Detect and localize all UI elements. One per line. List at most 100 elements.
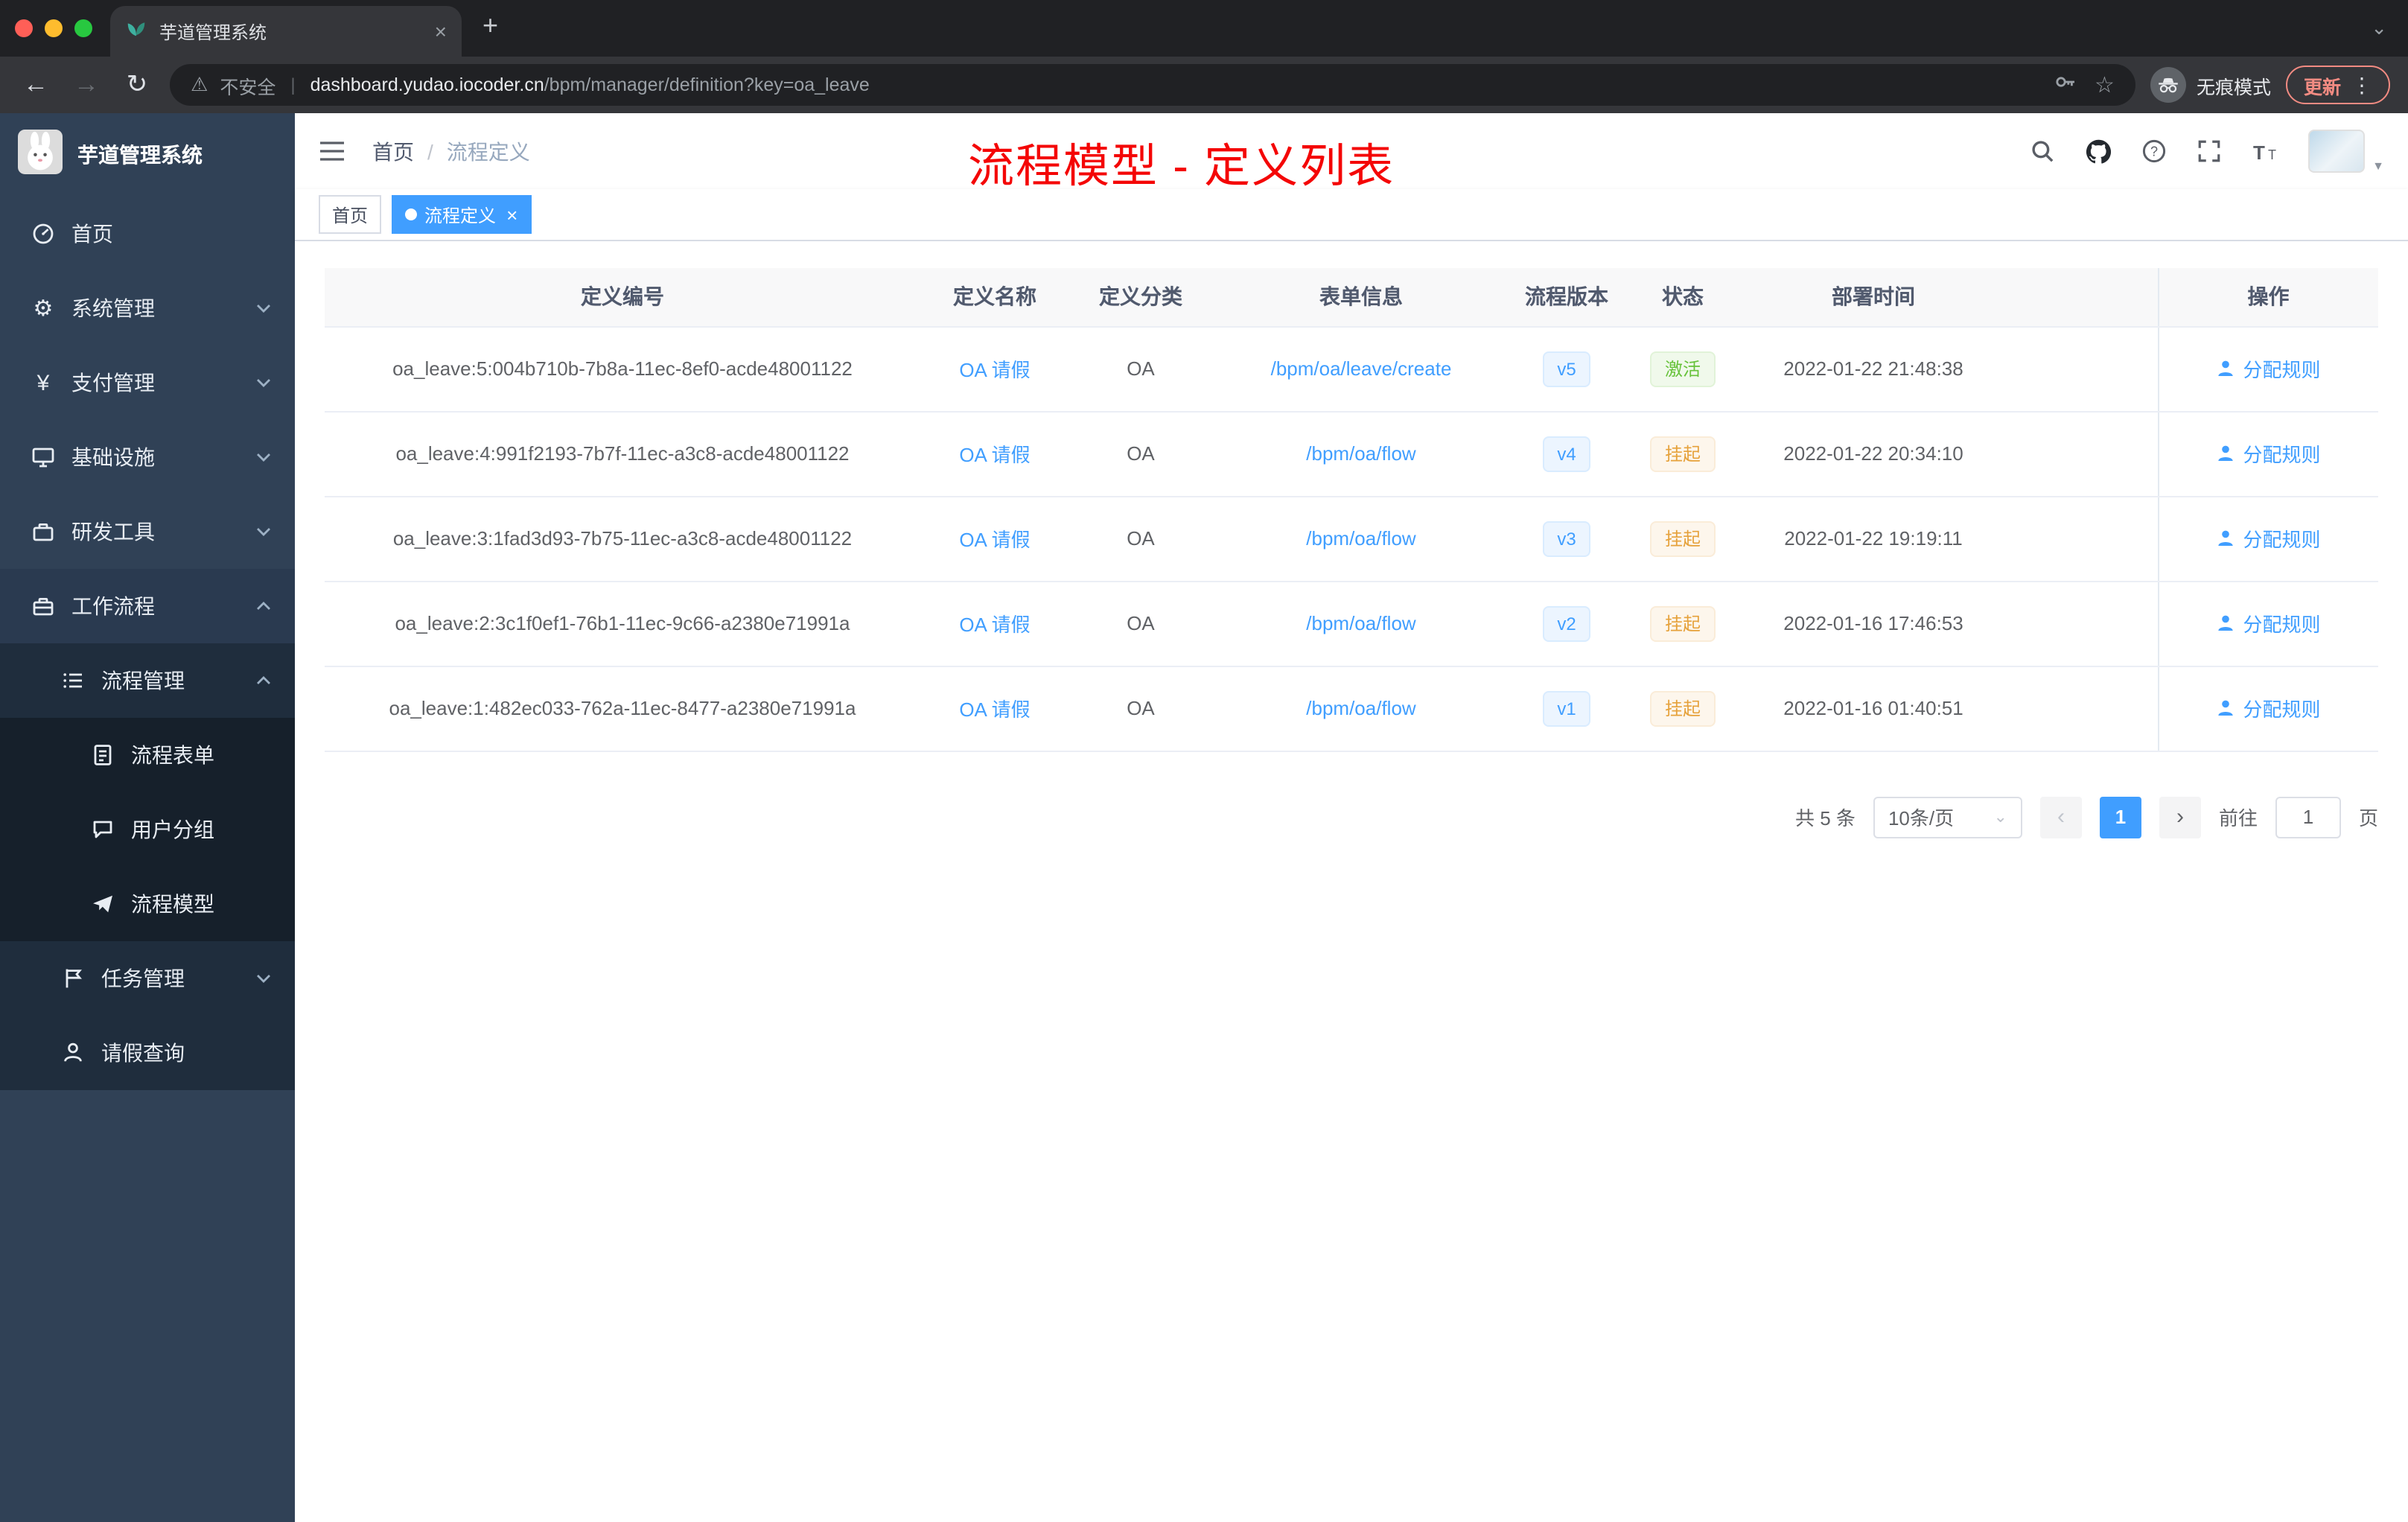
definition-id: oa_leave:4:991f2193-7b7f-11ec-a3c8-acde4…	[325, 411, 920, 497]
navbar-actions: ? TT ▼	[2030, 130, 2384, 173]
search-icon[interactable]	[2030, 138, 2055, 164]
send-icon	[89, 892, 116, 916]
sidebar-item-label: 研发工具	[71, 520, 155, 544]
person-icon	[2218, 700, 2234, 716]
tab-search-chevron-icon[interactable]: ⌄	[2371, 18, 2387, 37]
address-bar[interactable]: ⚠ 不安全 | dashboard.yudao.iocoder.cn/bpm/m…	[170, 64, 2135, 106]
fullscreen-icon[interactable]	[2197, 138, 2222, 164]
chevron-down-icon	[256, 378, 271, 387]
definition-name-link[interactable]: OA 请假	[959, 614, 1030, 636]
sidebar-item-payment[interactable]: ¥ 支付管理	[0, 346, 295, 420]
sidebar-item-label: 基础设施	[71, 445, 155, 469]
tag-close-icon[interactable]: ×	[506, 205, 517, 224]
sidebar-item-task-management[interactable]: 任务管理	[0, 941, 295, 1016]
definition-name-link[interactable]: OA 请假	[959, 359, 1030, 381]
hamburger-icon[interactable]	[319, 140, 345, 162]
user-avatar-menu[interactable]: ▼	[2308, 130, 2384, 173]
status-badge: 挂起	[1649, 605, 1716, 641]
version-tag: v2	[1542, 605, 1591, 641]
sidebar-item-process-model[interactable]: 流程模型	[0, 867, 295, 941]
col-deploy-time: 部署时间	[1742, 268, 2004, 327]
person-icon	[2218, 615, 2234, 631]
sidebar-item-label: 首页	[71, 222, 113, 246]
form-info-link[interactable]: /bpm/oa/flow	[1306, 527, 1415, 550]
col-operation: 操作	[2157, 268, 2378, 327]
forward-icon[interactable]: →	[69, 70, 104, 100]
definition-name-link[interactable]: OA 请假	[959, 529, 1030, 551]
browser-menu-icon[interactable]: ⋮	[2351, 72, 2372, 98]
sidebar-item-label: 支付管理	[71, 371, 155, 395]
deploy-time: 2022-01-22 19:19:11	[1742, 496, 2004, 582]
sidebar-item-devtools[interactable]: 研发工具	[0, 494, 295, 569]
version-tag: v5	[1542, 351, 1591, 386]
sidebar-item-workflow[interactable]: 工作流程	[0, 569, 295, 643]
tab-title: 芋道管理系统	[159, 22, 267, 42]
version-tag: v1	[1542, 690, 1591, 726]
next-page-button[interactable]: ›	[2159, 796, 2201, 838]
sidebar-item-home[interactable]: 首页	[0, 197, 295, 271]
minimize-window-button[interactable]	[45, 19, 63, 37]
sidebar-item-label: 请假查询	[101, 1041, 185, 1065]
page-size-select[interactable]: 10条/页 ⌄	[1873, 796, 2022, 838]
assign-rule-link[interactable]: 分配规则	[2216, 609, 2321, 637]
form-info-link[interactable]: /bpm/oa/flow	[1306, 612, 1415, 634]
tags-view: 首页 流程定义 ×	[295, 189, 2408, 241]
omnibox-divider: |	[290, 74, 296, 95]
goto-page-input[interactable]	[2275, 796, 2341, 838]
browser-toolbar: ← → ↻ ⚠ 不安全 | dashboard.yudao.iocoder.cn…	[0, 57, 2408, 113]
tab-close-icon[interactable]: ×	[435, 21, 447, 42]
password-key-icon[interactable]	[2053, 69, 2077, 101]
sidebar-item-system[interactable]: ⚙ 系统管理	[0, 271, 295, 346]
avatar-caret-icon: ▼	[2372, 159, 2384, 173]
status-badge: 挂起	[1649, 520, 1716, 556]
back-icon[interactable]: ←	[18, 70, 54, 100]
prev-page-button[interactable]: ‹	[2039, 796, 2082, 838]
pagination: 共 5 条 10条/页 ⌄ ‹ 1 › 前往 页	[325, 796, 2378, 838]
annotation-title: 流程模型 - 定义列表	[968, 140, 1395, 192]
chat-icon	[89, 818, 116, 841]
assign-rule-link[interactable]: 分配规则	[2216, 694, 2321, 722]
svg-text:T: T	[2268, 147, 2276, 162]
reload-icon[interactable]: ↻	[119, 70, 155, 100]
page-number-button[interactable]: 1	[2099, 796, 2141, 838]
svg-text:?: ?	[2150, 144, 2158, 159]
sidebar-item-process-form[interactable]: 流程表单	[0, 718, 295, 792]
sidebar-item-leave-query[interactable]: 请假查询	[0, 1016, 295, 1090]
form-info-link[interactable]: /bpm/oa/flow	[1306, 442, 1415, 465]
tag-current[interactable]: 流程定义 ×	[392, 195, 532, 234]
form-info-link[interactable]: /bpm/oa/leave/create	[1271, 357, 1452, 380]
deploy-time: 2022-01-16 01:40:51	[1742, 666, 2004, 751]
sidebar-menu: 首页 ⚙ 系统管理 ¥ 支付管理 基础设施 研发工具 工作流程 流程管理 流程表…	[0, 197, 295, 1090]
sidebar-item-infrastructure[interactable]: 基础设施	[0, 420, 295, 494]
definition-name-link[interactable]: OA 请假	[959, 698, 1030, 721]
definition-name-link[interactable]: OA 请假	[959, 444, 1030, 466]
help-icon[interactable]: ?	[2141, 138, 2167, 164]
version-tag: v4	[1542, 436, 1591, 471]
sidebar-item-label: 任务管理	[101, 967, 185, 990]
assign-rule-link[interactable]: 分配规则	[2216, 439, 2321, 468]
new-tab-icon[interactable]: +	[482, 12, 498, 39]
app-title: 芋道管理系统	[77, 143, 203, 167]
briefcase-icon	[30, 594, 57, 618]
avatar[interactable]	[2308, 130, 2366, 173]
browser-tab[interactable]: 芋道管理系统 ×	[110, 6, 462, 57]
app-logo: 芋道管理系统	[0, 113, 295, 197]
sidebar-item-process-management[interactable]: 流程管理	[0, 643, 295, 718]
document-icon	[89, 743, 116, 767]
browser-tabstrip: 芋道管理系统 × + ⌄	[0, 0, 2408, 57]
sidebar-item-user-group[interactable]: 用户分组	[0, 792, 295, 867]
assign-rule-link[interactable]: 分配规则	[2216, 524, 2321, 553]
col-definition-id: 定义编号	[325, 268, 920, 327]
definition-id: oa_leave:3:1fad3d93-7b75-11ec-a3c8-acde4…	[325, 496, 920, 582]
github-icon[interactable]	[2085, 138, 2112, 165]
person-icon	[2218, 360, 2234, 377]
zoom-window-button[interactable]	[74, 19, 92, 37]
bookmark-star-icon[interactable]: ☆	[2095, 71, 2115, 98]
font-size-icon[interactable]: TT	[2252, 139, 2278, 163]
tag-home[interactable]: 首页	[319, 195, 382, 234]
breadcrumb-home[interactable]: 首页	[372, 136, 414, 166]
update-chrome-button[interactable]: 更新 ⋮	[2285, 66, 2390, 104]
form-info-link[interactable]: /bpm/oa/flow	[1306, 697, 1415, 719]
close-window-button[interactable]	[15, 19, 33, 37]
assign-rule-link[interactable]: 分配规则	[2216, 354, 2321, 383]
